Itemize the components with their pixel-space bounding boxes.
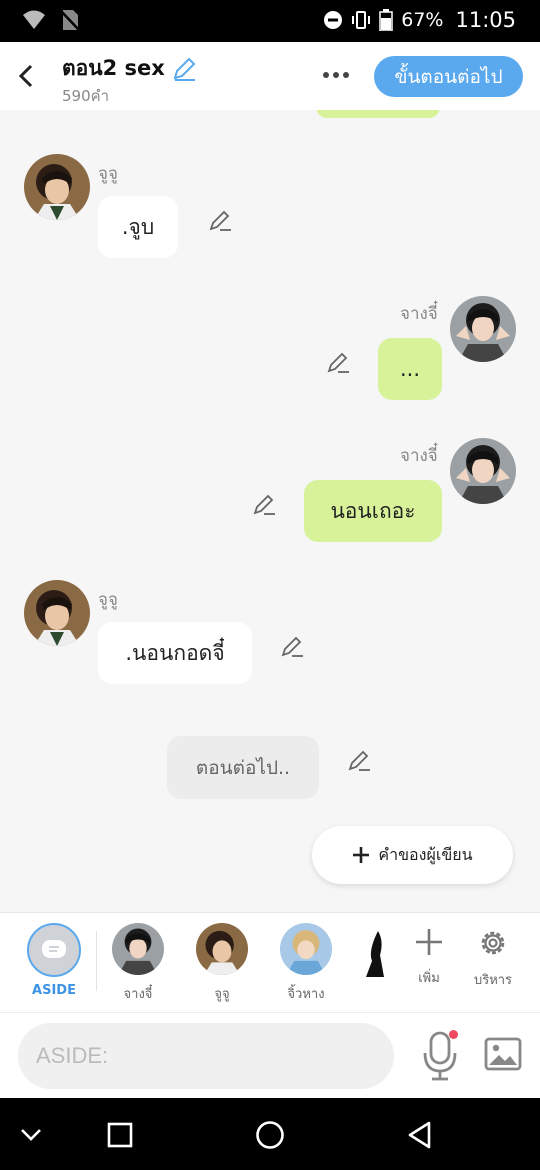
- battery-icon: [379, 9, 393, 31]
- status-bar: 67% 11:05: [0, 0, 540, 42]
- word-count: 590คำ: [62, 87, 110, 105]
- dnd-icon: [324, 11, 343, 29]
- character-tab-aside[interactable]: ASIDE: [24, 923, 84, 998]
- character-name: จางจี๋: [123, 987, 153, 1002]
- input-bar: [0, 1012, 540, 1098]
- sender-name: จูจู: [98, 590, 118, 610]
- character-bar: ASIDE จางจี๋ จูจู จิ้วหาง เพิ่ม บริหาร: [0, 912, 540, 1012]
- sender-name: จูจู: [98, 164, 118, 184]
- vibrate-icon: [352, 11, 371, 29]
- more-dot-icon: [333, 72, 339, 78]
- clock: 11:05: [455, 8, 516, 32]
- aside-tab-label: ASIDE: [32, 983, 76, 998]
- triangle-back-icon: [408, 1121, 431, 1149]
- add-author-note-button[interactable]: คำของผู้เขียน: [312, 826, 513, 884]
- sender-name: จางจี๋: [400, 304, 438, 324]
- message-bubble[interactable]: นอนเถอะ: [304, 480, 442, 542]
- avatar-jangji[interactable]: [450, 438, 516, 504]
- chat-area[interactable]: จูจู .จูบ จางจี๋ ... จางจี๋ นอนเถอะ จูจู…: [0, 110, 540, 912]
- battery-level: 67%: [401, 9, 444, 31]
- no-sim-icon: [60, 10, 80, 31]
- edit-icon[interactable]: [208, 208, 232, 232]
- character-tab-partial[interactable]: [366, 931, 384, 977]
- chevron-left-icon: [18, 64, 33, 88]
- pencil-icon[interactable]: [171, 56, 197, 82]
- plus-icon: [416, 929, 442, 955]
- back-button[interactable]: [14, 60, 38, 92]
- character-tab-jiuhang[interactable]: จิ้วหาง: [276, 923, 336, 1004]
- message-bubble-partial[interactable]: [316, 110, 440, 118]
- avatar: [280, 923, 332, 975]
- edit-icon[interactable]: [347, 748, 371, 772]
- nav-collapse-button[interactable]: [14, 1118, 48, 1152]
- character-tab-jangji[interactable]: จางจี๋: [108, 923, 168, 1004]
- episode-title-text: ตอน2 sex: [62, 56, 165, 80]
- add-character-button[interactable]: เพิ่ม: [404, 927, 454, 988]
- header: ตอน2 sex 590คำ ขั้นตอนต่อไป: [0, 42, 540, 110]
- message-bubble[interactable]: .จูบ: [98, 196, 178, 258]
- character-tab-juju[interactable]: จูจู: [192, 923, 252, 1004]
- avatar-jangji[interactable]: [450, 296, 516, 362]
- circle-icon: [256, 1121, 284, 1149]
- character-name: จิ้วหาง: [287, 987, 325, 1002]
- message-input[interactable]: [18, 1023, 394, 1089]
- chevron-down-icon: [21, 1129, 41, 1141]
- image-icon[interactable]: [484, 1035, 522, 1073]
- avatar: [196, 923, 248, 975]
- edit-icon[interactable]: [252, 492, 276, 516]
- add-author-note-label: คำของผู้เขียน: [378, 844, 473, 864]
- chat-bubble-icon: [42, 940, 66, 958]
- avatar-juju[interactable]: [24, 580, 90, 646]
- edit-icon[interactable]: [280, 634, 304, 658]
- more-dot-icon: [323, 72, 329, 78]
- next-step-button[interactable]: ขั้นตอนต่อไป: [374, 56, 523, 97]
- square-icon: [107, 1122, 133, 1148]
- manage-characters-button[interactable]: บริหาร: [468, 927, 518, 990]
- divider: [96, 931, 97, 991]
- recording-indicator: [449, 1030, 458, 1039]
- add-character-label: เพิ่ม: [418, 971, 440, 986]
- message-bubble[interactable]: .นอนกอดจี๋: [98, 622, 252, 684]
- edit-icon[interactable]: [326, 350, 350, 374]
- system-nav-bar: [0, 1098, 540, 1170]
- sender-name: จางจี๋: [400, 446, 438, 466]
- aside-avatar: [27, 923, 81, 977]
- nav-home-button[interactable]: [253, 1118, 287, 1152]
- more-dot-icon: [343, 72, 349, 78]
- episode-title[interactable]: ตอน2 sex: [62, 52, 197, 85]
- more-options-button[interactable]: [318, 60, 354, 90]
- avatar: [112, 923, 164, 975]
- message-bubble[interactable]: ...: [378, 338, 442, 400]
- wifi-icon: [23, 10, 45, 29]
- nav-recents-button[interactable]: [103, 1118, 137, 1152]
- avatar-juju[interactable]: [24, 154, 90, 220]
- plus-icon: [353, 847, 370, 863]
- gear-icon: [481, 931, 505, 955]
- character-name: จูจู: [214, 987, 230, 1002]
- nav-back-button[interactable]: [403, 1118, 437, 1152]
- manage-characters-label: บริหาร: [473, 973, 513, 988]
- narration-bubble[interactable]: ตอนต่อไป..: [167, 736, 319, 799]
